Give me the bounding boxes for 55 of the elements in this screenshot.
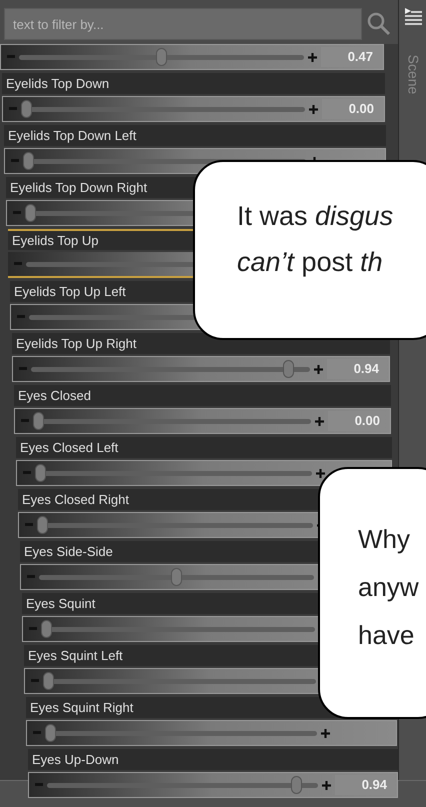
slider-thumb[interactable] bbox=[171, 568, 182, 586]
plus-icon[interactable] bbox=[314, 364, 323, 374]
slider-track[interactable] bbox=[35, 463, 312, 483]
parameter-label: Eyes Closed Left bbox=[19, 438, 118, 457]
plus-icon[interactable] bbox=[316, 468, 325, 478]
bubble-text-line: It was disgus bbox=[237, 200, 394, 233]
parameter-label: Eyes Side-Side bbox=[23, 542, 113, 561]
parameter-header[interactable]: Eyelids Top Down Left bbox=[4, 125, 386, 146]
parameter-header[interactable]: Eyelids Top Down bbox=[2, 73, 385, 94]
parameter-label: Eyelids Top Up bbox=[11, 232, 98, 250]
parameter-label: Eyes Up-Down bbox=[31, 750, 119, 769]
parameter-label: Eyes Closed Right bbox=[21, 490, 129, 509]
parameter-header[interactable]: Eyes Closed bbox=[14, 385, 391, 406]
parameter-label: Eyelids Top Down Right bbox=[9, 178, 148, 197]
slider-track[interactable] bbox=[37, 515, 313, 535]
plus-icon[interactable] bbox=[309, 104, 318, 114]
parameter-label: Eyelids Top Up Right bbox=[15, 334, 136, 353]
plus-icon[interactable] bbox=[321, 728, 330, 738]
slider-thumb[interactable] bbox=[45, 724, 56, 742]
slider-track[interactable] bbox=[43, 671, 316, 691]
slider-track[interactable] bbox=[39, 567, 314, 587]
slider-thumb[interactable] bbox=[43, 672, 54, 690]
slider-thumb[interactable] bbox=[41, 620, 52, 638]
parameter-label: Eyelids Top Down bbox=[5, 74, 110, 93]
slider-thumb[interactable] bbox=[291, 776, 302, 794]
slider-track[interactable] bbox=[31, 359, 310, 379]
slider-thumb[interactable] bbox=[156, 48, 167, 66]
plus-icon[interactable] bbox=[315, 416, 324, 426]
search-icon[interactable] bbox=[366, 11, 392, 37]
slider-thumb[interactable] bbox=[23, 152, 34, 170]
parameter-label: Eyelids Top Up Left bbox=[13, 282, 126, 301]
slider-track[interactable] bbox=[33, 411, 311, 431]
slider-thumb[interactable] bbox=[21, 100, 32, 118]
slider-track[interactable] bbox=[47, 775, 318, 795]
parameter-label: Eyes Squint Right bbox=[29, 698, 134, 717]
plus-icon[interactable] bbox=[308, 52, 317, 62]
parameter-label: Eyes Squint Left bbox=[27, 646, 123, 665]
parameter-header[interactable]: Eyes Up-Down bbox=[28, 749, 398, 770]
bubble-text-line: can’t post th bbox=[237, 246, 384, 279]
filter-field[interactable]: text to filter by... bbox=[4, 8, 362, 40]
slider-track[interactable] bbox=[41, 619, 315, 639]
slider-thumb[interactable] bbox=[33, 412, 44, 430]
slider-thumb[interactable] bbox=[35, 464, 46, 482]
parameter-label: Eyelids Top Down Left bbox=[7, 126, 136, 145]
parameter-header[interactable]: Eyes Closed Left bbox=[16, 437, 392, 458]
slider-thumb[interactable] bbox=[25, 204, 36, 222]
slider-track[interactable] bbox=[21, 99, 305, 119]
slider-track[interactable] bbox=[45, 723, 317, 743]
parameter-label: Eyes Squint bbox=[25, 594, 96, 613]
parameter-label: Eyes Closed bbox=[17, 386, 91, 405]
slider-track[interactable] bbox=[19, 47, 304, 67]
slider-thumb[interactable] bbox=[282, 360, 294, 378]
slider-thumb[interactable] bbox=[37, 516, 48, 534]
plus-icon[interactable] bbox=[322, 780, 331, 790]
panel-menu-icon[interactable] bbox=[402, 6, 422, 26]
